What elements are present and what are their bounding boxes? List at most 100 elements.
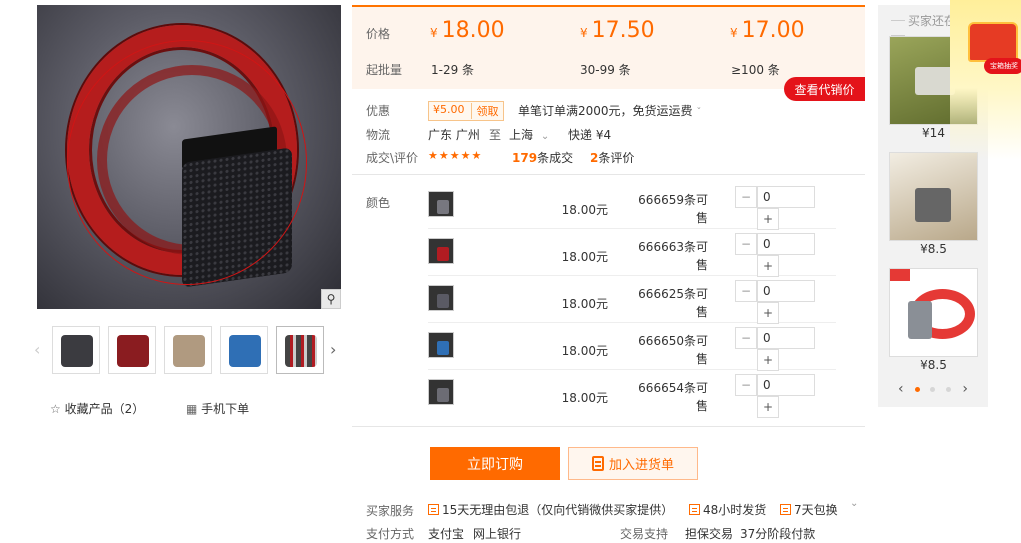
gallery-thumb[interactable] bbox=[108, 326, 156, 374]
chevron-left-icon[interactable]: ‹ bbox=[898, 381, 904, 397]
sku-row: 18.00元 666659条可售 − 0 + bbox=[428, 183, 836, 230]
coupon-value: ¥5.00 bbox=[433, 103, 465, 116]
qty-input[interactable]: 0 bbox=[757, 280, 815, 302]
qty-input[interactable]: 0 bbox=[757, 374, 815, 396]
carousel-pager: ‹ › bbox=[898, 381, 968, 397]
sku-stock: 666650条可售 bbox=[638, 334, 708, 366]
sku-price: 18.00元 bbox=[561, 250, 608, 264]
gallery-thumb[interactable] bbox=[220, 326, 268, 374]
sku-row: 18.00元 666654条可售 − 0 + bbox=[428, 371, 836, 418]
qty-minus-button[interactable]: − bbox=[735, 280, 757, 302]
moq-range-2: 30-99 条 bbox=[580, 63, 631, 77]
sku-thumb[interactable] bbox=[428, 379, 454, 405]
mobile-order-label: 手机下单 bbox=[201, 402, 250, 416]
divider bbox=[352, 426, 865, 427]
sku-thumb[interactable] bbox=[428, 238, 454, 264]
qty-plus-button[interactable]: + bbox=[757, 255, 779, 277]
thumb-next-icon[interactable]: › bbox=[330, 340, 336, 359]
sku-row: 18.00元 666663条可售 − 0 + bbox=[428, 230, 836, 277]
qty-plus-button[interactable]: + bbox=[757, 396, 779, 418]
promo-ribbon[interactable]: 宝箱抽奖 bbox=[984, 58, 1021, 74]
gallery-thumb[interactable] bbox=[52, 326, 100, 374]
sku-thumb[interactable] bbox=[428, 332, 454, 358]
carousel-dot[interactable] bbox=[914, 386, 920, 392]
order-now-button[interactable]: 立即订购 bbox=[430, 447, 560, 480]
also-viewed-price: ¥8.5 bbox=[920, 358, 947, 372]
service-label: 买家服务 bbox=[366, 504, 415, 518]
thumb-prev-icon[interactable]: ‹ bbox=[34, 340, 40, 359]
trade-label: 交易支持 bbox=[620, 527, 669, 541]
mobile-order-button[interactable]: ▦ 手机下单 bbox=[186, 400, 249, 417]
sku-row: 18.00元 666625条可售 − 0 + bbox=[428, 277, 836, 324]
qty-plus-button[interactable]: + bbox=[757, 302, 779, 324]
price-tier-2: ¥17.50 bbox=[580, 18, 655, 43]
express-fee: 快递 ¥4 bbox=[568, 128, 612, 142]
red-circle-overlay bbox=[67, 40, 307, 285]
qty-plus-button[interactable]: + bbox=[757, 349, 779, 371]
qty-minus-button[interactable]: − bbox=[735, 233, 757, 255]
moq-range-3: ≥100 条 bbox=[731, 63, 780, 77]
pay-label: 支付方式 bbox=[366, 527, 415, 541]
clipboard-icon bbox=[591, 456, 604, 471]
chevron-down-icon: ⌄ bbox=[540, 131, 550, 142]
treasure-chest-icon bbox=[968, 22, 1018, 62]
gallery-thumb[interactable] bbox=[164, 326, 212, 374]
qty-minus-button[interactable]: − bbox=[735, 186, 757, 208]
also-viewed-price: ¥8.5 bbox=[920, 242, 947, 256]
also-viewed-image[interactable] bbox=[889, 152, 978, 241]
add-to-cart-label: 加入进货单 bbox=[608, 458, 674, 473]
price-tier-1: ¥18.00 bbox=[430, 18, 505, 43]
moq-label: 起批量 bbox=[366, 63, 403, 77]
color-label: 颜色 bbox=[366, 196, 391, 210]
qty-minus-button[interactable]: − bbox=[735, 374, 757, 396]
qty-plus-button[interactable]: + bbox=[757, 208, 779, 230]
carousel-dot[interactable] bbox=[930, 386, 936, 392]
magnifier-icon[interactable]: ⚲ bbox=[321, 289, 341, 309]
favorite-label: 收藏产品（2） bbox=[64, 402, 145, 416]
clock-icon bbox=[689, 504, 700, 515]
logistics-label: 物流 bbox=[366, 128, 391, 142]
rating-stars: ★★★★★ bbox=[428, 149, 483, 162]
carousel-dot[interactable] bbox=[946, 386, 952, 392]
service-ship48[interactable]: 48小时发货 bbox=[689, 501, 766, 518]
chevron-right-icon[interactable]: › bbox=[962, 381, 968, 397]
ship-from: 广东 广州 bbox=[428, 128, 480, 142]
chevron-down-icon[interactable]: ⌄ bbox=[850, 498, 858, 509]
deal-label: 成交\评价 bbox=[366, 151, 419, 165]
promo-label: 优惠 bbox=[366, 104, 391, 118]
sku-row: 18.00元 666650条可售 − 0 + bbox=[428, 324, 836, 371]
deals-link[interactable]: 179条成交 bbox=[512, 149, 573, 166]
favorite-button[interactable]: ☆ 收藏产品（2） bbox=[50, 400, 144, 417]
ship-to-select[interactable]: 上海 ⌄ bbox=[509, 126, 549, 143]
product-main-image[interactable] bbox=[37, 5, 341, 309]
return-icon bbox=[428, 504, 439, 515]
sku-stock: 666654条可售 bbox=[638, 381, 708, 413]
qty-input[interactable]: 0 bbox=[757, 233, 815, 255]
qty-minus-button[interactable]: − bbox=[735, 327, 757, 349]
price-label: 价格 bbox=[366, 27, 391, 41]
sku-price: 18.00元 bbox=[561, 203, 608, 217]
trade-installment: 37分阶段付款 bbox=[740, 527, 816, 541]
ship-to-word: 至 bbox=[489, 128, 502, 142]
add-to-cart-button[interactable]: 加入进货单 bbox=[568, 447, 698, 480]
star-icon: ☆ bbox=[50, 402, 61, 416]
coupon-badge[interactable]: ¥5.00 领取 bbox=[428, 101, 504, 121]
service-return[interactable]: 15天无理由包退（仅向代销微供买家提供） bbox=[428, 501, 673, 518]
moq-range-1: 1-29 条 bbox=[431, 63, 475, 77]
sku-stock: 666625条可售 bbox=[638, 287, 708, 319]
pay-alipay: 支付宝 bbox=[428, 527, 465, 541]
divider bbox=[352, 174, 865, 175]
service-exchange[interactable]: 7天包换 bbox=[780, 501, 838, 518]
sku-thumb[interactable] bbox=[428, 191, 454, 217]
also-viewed-image[interactable] bbox=[889, 268, 978, 357]
check-resale-price-button[interactable]: 查看代销价 bbox=[784, 77, 865, 101]
sku-thumb[interactable] bbox=[428, 285, 454, 311]
reviews-link[interactable]: 2条评价 bbox=[590, 149, 634, 166]
chevron-down-icon[interactable]: ˇ bbox=[696, 107, 701, 118]
qty-input[interactable]: 0 bbox=[757, 327, 815, 349]
qty-input[interactable]: 0 bbox=[757, 186, 815, 208]
gallery-thumb[interactable] bbox=[276, 326, 324, 374]
coupon-get[interactable]: 领取 bbox=[470, 103, 499, 119]
qrcode-icon: ▦ bbox=[186, 402, 198, 416]
sku-stock: 666659条可售 bbox=[638, 193, 708, 225]
